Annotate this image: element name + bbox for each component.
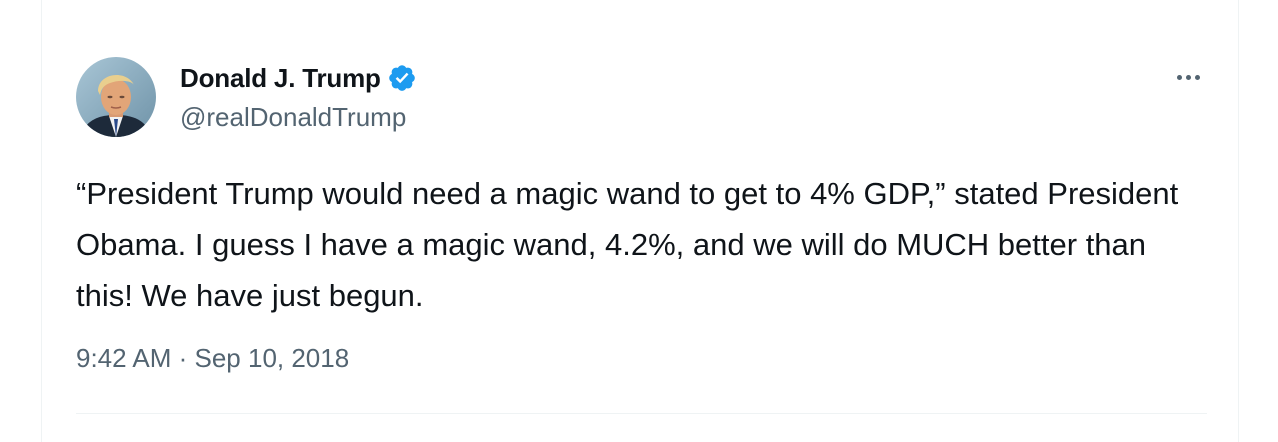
- tweet-timestamp[interactable]: 9:42 AM · Sep 10, 2018: [76, 343, 349, 374]
- display-name[interactable]: Donald J. Trump: [180, 63, 381, 94]
- tweet-text: “President Trump would need a magic wand…: [76, 176, 1179, 313]
- dot: [1185, 74, 1191, 80]
- divider: [76, 413, 1207, 414]
- dot: [1194, 74, 1200, 80]
- more-options-icon[interactable]: [1170, 62, 1206, 92]
- tweet-card: Donald J. Trump @realDonaldTrump “Presid…: [41, 0, 1239, 442]
- avatar[interactable]: [76, 57, 156, 137]
- author-handle[interactable]: @realDonaldTrump: [180, 102, 406, 133]
- verified-badge-icon[interactable]: [387, 63, 417, 93]
- avatar-image: [76, 57, 156, 137]
- author-name-row: Donald J. Trump: [180, 61, 417, 95]
- dot: [1176, 74, 1182, 80]
